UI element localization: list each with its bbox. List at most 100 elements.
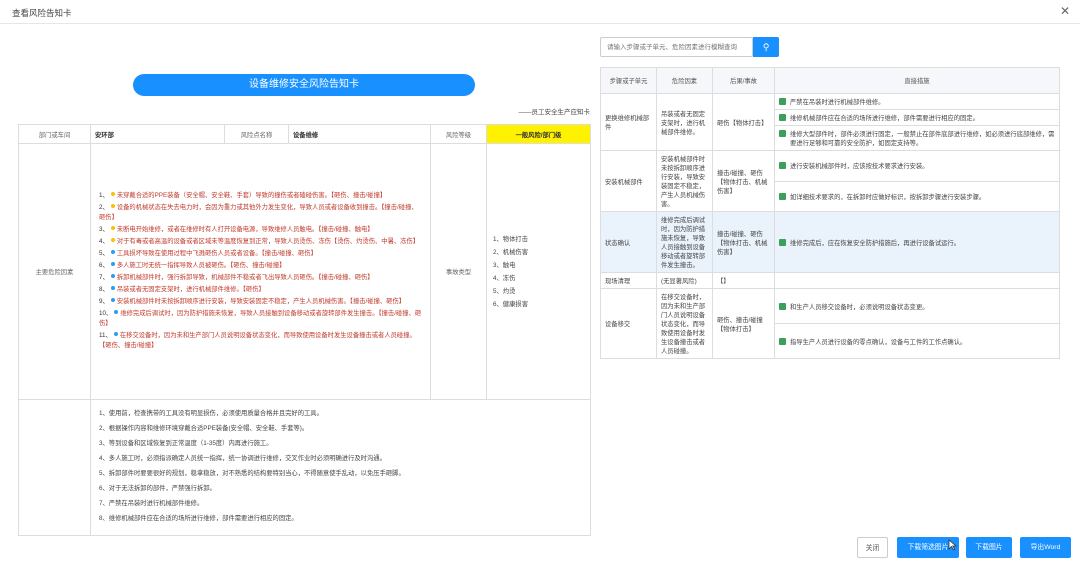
dept-value: 安环部 xyxy=(90,124,225,144)
cell-factor: 安装机械部件时未按拆卸顺序进行安装，导致安装固定不稳定，产生人员机械伤害。 xyxy=(656,150,713,212)
risk-factor-text: 对于有毒或者高温的设备或者区域未等温度恢复到正常，导致人员烫伤、冻伤【烫伤、灼烫… xyxy=(116,237,420,245)
table-row[interactable]: 现场清理 (无显著风险) 【】 xyxy=(600,272,1060,289)
measure-item: 3、等到设备和区域恢复到正常温度（1-35度）内再进行施工。 xyxy=(99,439,273,447)
search-input[interactable] xyxy=(600,37,753,57)
measure-icon xyxy=(779,114,786,121)
risk-table: 步骤或子单元 危险因素 后果/事故 直接措施 更换维修机械部件 吊装或者无固定支架时，进… xyxy=(600,67,1060,359)
measure-icon xyxy=(779,162,786,170)
risk-factor-text: 多人施工时无统一指挥导致人员被砸伤。【砸伤、撞击/碰撞】 xyxy=(116,261,286,269)
measure-text: 指导生产人员进行设备的零点确认，设备与工件的工作点确认。 xyxy=(790,338,967,346)
measure-entry: 如详细技术要求的，在拆卸时应做好标识，按拆卸步骤进行安装步骤。 xyxy=(779,192,1055,201)
risk-factor-number: 6、 xyxy=(99,261,109,269)
window-title: 查看风险告知卡 xyxy=(12,8,72,18)
measure-icon xyxy=(779,130,786,137)
risk-dot-icon xyxy=(110,204,115,209)
measure-text: 如详细技术要求的，在拆卸时应做好标识，按拆卸步骤进行安装步骤。 xyxy=(790,193,986,201)
measure-text: 维修机械部件应在合适的场所进行维修，部件需要进行相应的固定。 xyxy=(790,115,979,122)
table-body: 更换维修机械部件 吊装或者无固定支架时，进行机械部件维修。 砸伤【物体打击】 严禁在吊… xyxy=(600,93,1060,359)
measure-entry: 指导生产人员进行设备的零点确认，设备与工件的工作点确认。 xyxy=(779,337,1055,346)
measure-text: 维修完成后，应在恢复安全防护措施后，再进行设备试运行。 xyxy=(790,239,961,247)
measure-text: 严禁在吊装时进行机械部件维修。 xyxy=(790,99,885,106)
cell-factor: 维修完成后调试时，因为防护措施未恢复，导致人员接触到设备移动或者旋转部件发生撞击… xyxy=(656,211,713,273)
measure-item: 6、对于无法拆卸的部件，严禁强行拆卸。 xyxy=(99,484,216,492)
measure-text: 维修大型部件时，部件必须进行固定，一般禁止在部件底部进行维修，如必须进行底部维修… xyxy=(790,131,1055,147)
risk-factor-number: 7、 xyxy=(99,273,109,281)
measure-item: 7、严禁在吊装时进行机械部件维修。 xyxy=(99,499,204,507)
measure-item: 4、多人施工时，必须指派确定人员统一指挥，统一协调进行维修，交叉作业时必须明确进… xyxy=(99,454,386,462)
risk-card-table: 部门或车间 安环部 风险点名称 设备维修 风险等级 一般风险/部门级 主要危险因… xyxy=(18,124,591,536)
risk-factors-label: 主要危险因素 xyxy=(18,143,91,400)
risk-dot-icon xyxy=(110,192,115,197)
cell-measure: 严禁在吊装时进行机械部件维修。 xyxy=(774,93,1060,110)
measures-cell: 1、使用前，检查携带的工具没有明显损伤，必须使用质量合格并且完好的工具。 2、根据… xyxy=(90,399,591,536)
risk-factor-item: 3、 未断电开始维修，或者在维修时有人打开设备电源，导致维修人员触电。【撞击/碰撞… xyxy=(99,225,422,235)
hazard-item: 4、冻伤 xyxy=(493,274,516,282)
risk-factor-number: 4、 xyxy=(99,237,109,245)
risk-factor-text: 拆卸机械部件时，强行拆卸导致，机械部件不稳或者飞出导致人员砸伤。【撞击/碰撞、砸… xyxy=(116,273,374,281)
cell-result: 砸伤、撞击/碰撞【物体打击】 xyxy=(712,288,775,359)
risk-factor-number: 8、 xyxy=(99,285,109,293)
table-row[interactable]: 设备移交 在移交设备时，因为未和生产部门人员说明设备状态变化，而导致使用设备时发生… xyxy=(600,288,1060,359)
cell-measure: 维修完成后，应在恢复安全防护措施后，再进行设备试运行。 xyxy=(774,211,1060,273)
cell-measure xyxy=(774,272,1060,289)
risk-factor-list: 1、 未穿戴合适的PPE装备（安全帽、安全鞋、手套）导致的撞伤或者磕碰伤害。【砸伤… xyxy=(95,189,426,355)
measures-label xyxy=(18,399,91,536)
column-header[interactable]: 步骤或子单元 xyxy=(600,67,657,94)
risk-table-scroll[interactable]: 步骤或子单元 危险因素 后果/事故 直接措施 更换维修机械部件 吊装或者无固定支架时，进… xyxy=(600,67,1060,527)
measure-entry: 严禁在吊装时进行机械部件维修。 xyxy=(779,97,1055,106)
risk-factor-text: 未穿戴合适的PPE装备（安全帽、安全鞋、手套）导致的撞伤或者磕碰伤害。【砸伤、撞… xyxy=(116,191,387,199)
table-row[interactable]: 更换维修机械部件 吊装或者无固定支架时，进行机械部件维修。 砸伤【物体打击】 严禁在吊… xyxy=(600,93,1060,151)
risk-factor-item: 10、 维修完成后调试时，因为防护措施未恢复，导致人员接触到设备移动或者旋转部件发… xyxy=(99,309,422,329)
measure-icon xyxy=(779,337,786,345)
search-button[interactable]: ⚲ xyxy=(753,37,779,57)
risk-dot-icon xyxy=(110,298,115,303)
cell-result: 撞击/碰撞、砸伤【物体打击、机械伤害】 xyxy=(712,211,775,273)
risk-factor-number: 11、 xyxy=(99,331,112,339)
measure-entry: 维修机械部件应在合适的场所进行维修，部件需要进行相应的固定。 xyxy=(779,113,1055,122)
risk-factor-item: 1、 未穿戴合适的PPE装备（安全帽、安全鞋、手套）导致的撞伤或者磕碰伤害。【砸伤… xyxy=(99,191,422,201)
table-header: 步骤或子单元 危险因素 后果/事故 直接措施 xyxy=(600,67,1060,94)
risk-factor-text: 未断电开始维修，或者在维修时有人打开设备电源，导致维修人员触电。【撞击/碰撞、触… xyxy=(116,225,374,233)
risk-dot-icon xyxy=(110,250,115,255)
risk-factor-number: 10、 xyxy=(99,309,113,317)
risk-factor-item: 4、 对于有毒或者高温的设备或者区域未等温度恢复到正常，导致人员烫伤、冻伤【烫伤、… xyxy=(99,237,422,247)
measure-icon xyxy=(779,192,786,200)
risk-table-panel: ⚲ 步骤或子单元危险因素后果/事故直接措施 更换维修机械部件吊装或者无固定支架时… xyxy=(600,37,1060,527)
risk-card: 设备维修安全风险告知卡 ——员工安全生产应知卡 部门或车间 安环部 风险点名称 … xyxy=(18,48,591,553)
risk-factor-text: 在移交设备时，因为未和生产部门人员说明设备状态变化，而导致使用设备时发生设备撞击… xyxy=(99,331,416,349)
hazard-item: 2、机械伤害 xyxy=(493,248,528,256)
risk-factor-text: 工具损坏导致在使用过程中飞溅砸伤人员或者设备。【撞击/碰撞、砸伤】 xyxy=(116,249,317,257)
measure-entry: 和生产人员移交设备时，必须说明设备状态变更。 xyxy=(779,302,1055,311)
risk-dot-icon xyxy=(110,262,115,267)
close-button[interactable]: 关闭 xyxy=(857,537,888,558)
hazard-label: 事故类型 xyxy=(430,143,487,400)
hazard-item: 6、健康损害 xyxy=(493,300,528,308)
download-image-button[interactable]: 下载图片 xyxy=(966,537,1012,558)
column-header[interactable]: 后果/事故 xyxy=(712,67,775,94)
column-header[interactable]: 直接措施 xyxy=(774,67,1060,94)
cell-step: 安装机械部件 xyxy=(600,150,657,212)
measure-item: 1、使用前，检查携带的工具没有明显损伤，必须使用质量合格并且完好的工具。 xyxy=(99,409,323,417)
risk-dot-icon xyxy=(110,286,115,291)
card-sign: ——员工安全生产应知卡 xyxy=(518,109,591,116)
cell-factor: 吊装或者无固定支架时，进行机械部件维修。 xyxy=(656,93,713,151)
export-word-button[interactable]: 导出Word xyxy=(1020,537,1071,558)
risk-factor-number: 3、 xyxy=(99,225,109,233)
risk-dot-icon xyxy=(110,226,115,231)
table-row[interactable]: 状态确认 维修完成后调试时，因为防护措施未恢复，导致人员接触到设备移动或者旋转部件… xyxy=(600,211,1060,273)
table-row[interactable]: 安装机械部件 安装机械部件时未按拆卸顺序进行安装，导致安装固定不稳定，产生人员机械… xyxy=(600,150,1060,212)
measure-icon xyxy=(779,238,786,246)
measure-entry: 进行安装机械部件时，应该按技术要求进行安装。 xyxy=(779,161,1055,170)
cell-measure: 维修大型部件时，部件必须进行固定，一般禁止在部件底部进行维修，如必须进行底部维修… xyxy=(774,125,1060,151)
column-header[interactable]: 危险因素 xyxy=(656,67,713,94)
cell-step: 设备移交 xyxy=(600,288,657,359)
hazard-item: 1、物体打击 xyxy=(493,235,528,243)
risk-dot-icon xyxy=(113,332,118,337)
risk-factor-number: 5、 xyxy=(99,249,109,257)
close-icon[interactable]: ✕ xyxy=(1060,4,1070,18)
hazards-cell: 1、物体打击 2、机械伤害 3、触电 4、冻伤 5、灼烫 6、健康损害 xyxy=(486,143,591,400)
cell-measure: 维修机械部件应在合适的场所进行维修，部件需要进行相应的固定。 xyxy=(774,109,1060,126)
cell-step: 状态确认 xyxy=(600,211,657,273)
measure-item: 8、维修机械部件应在合适的场所进行维修，部件需要进行相应的固定。 xyxy=(99,514,298,522)
hazard-item: 5、灼烫 xyxy=(493,287,516,295)
